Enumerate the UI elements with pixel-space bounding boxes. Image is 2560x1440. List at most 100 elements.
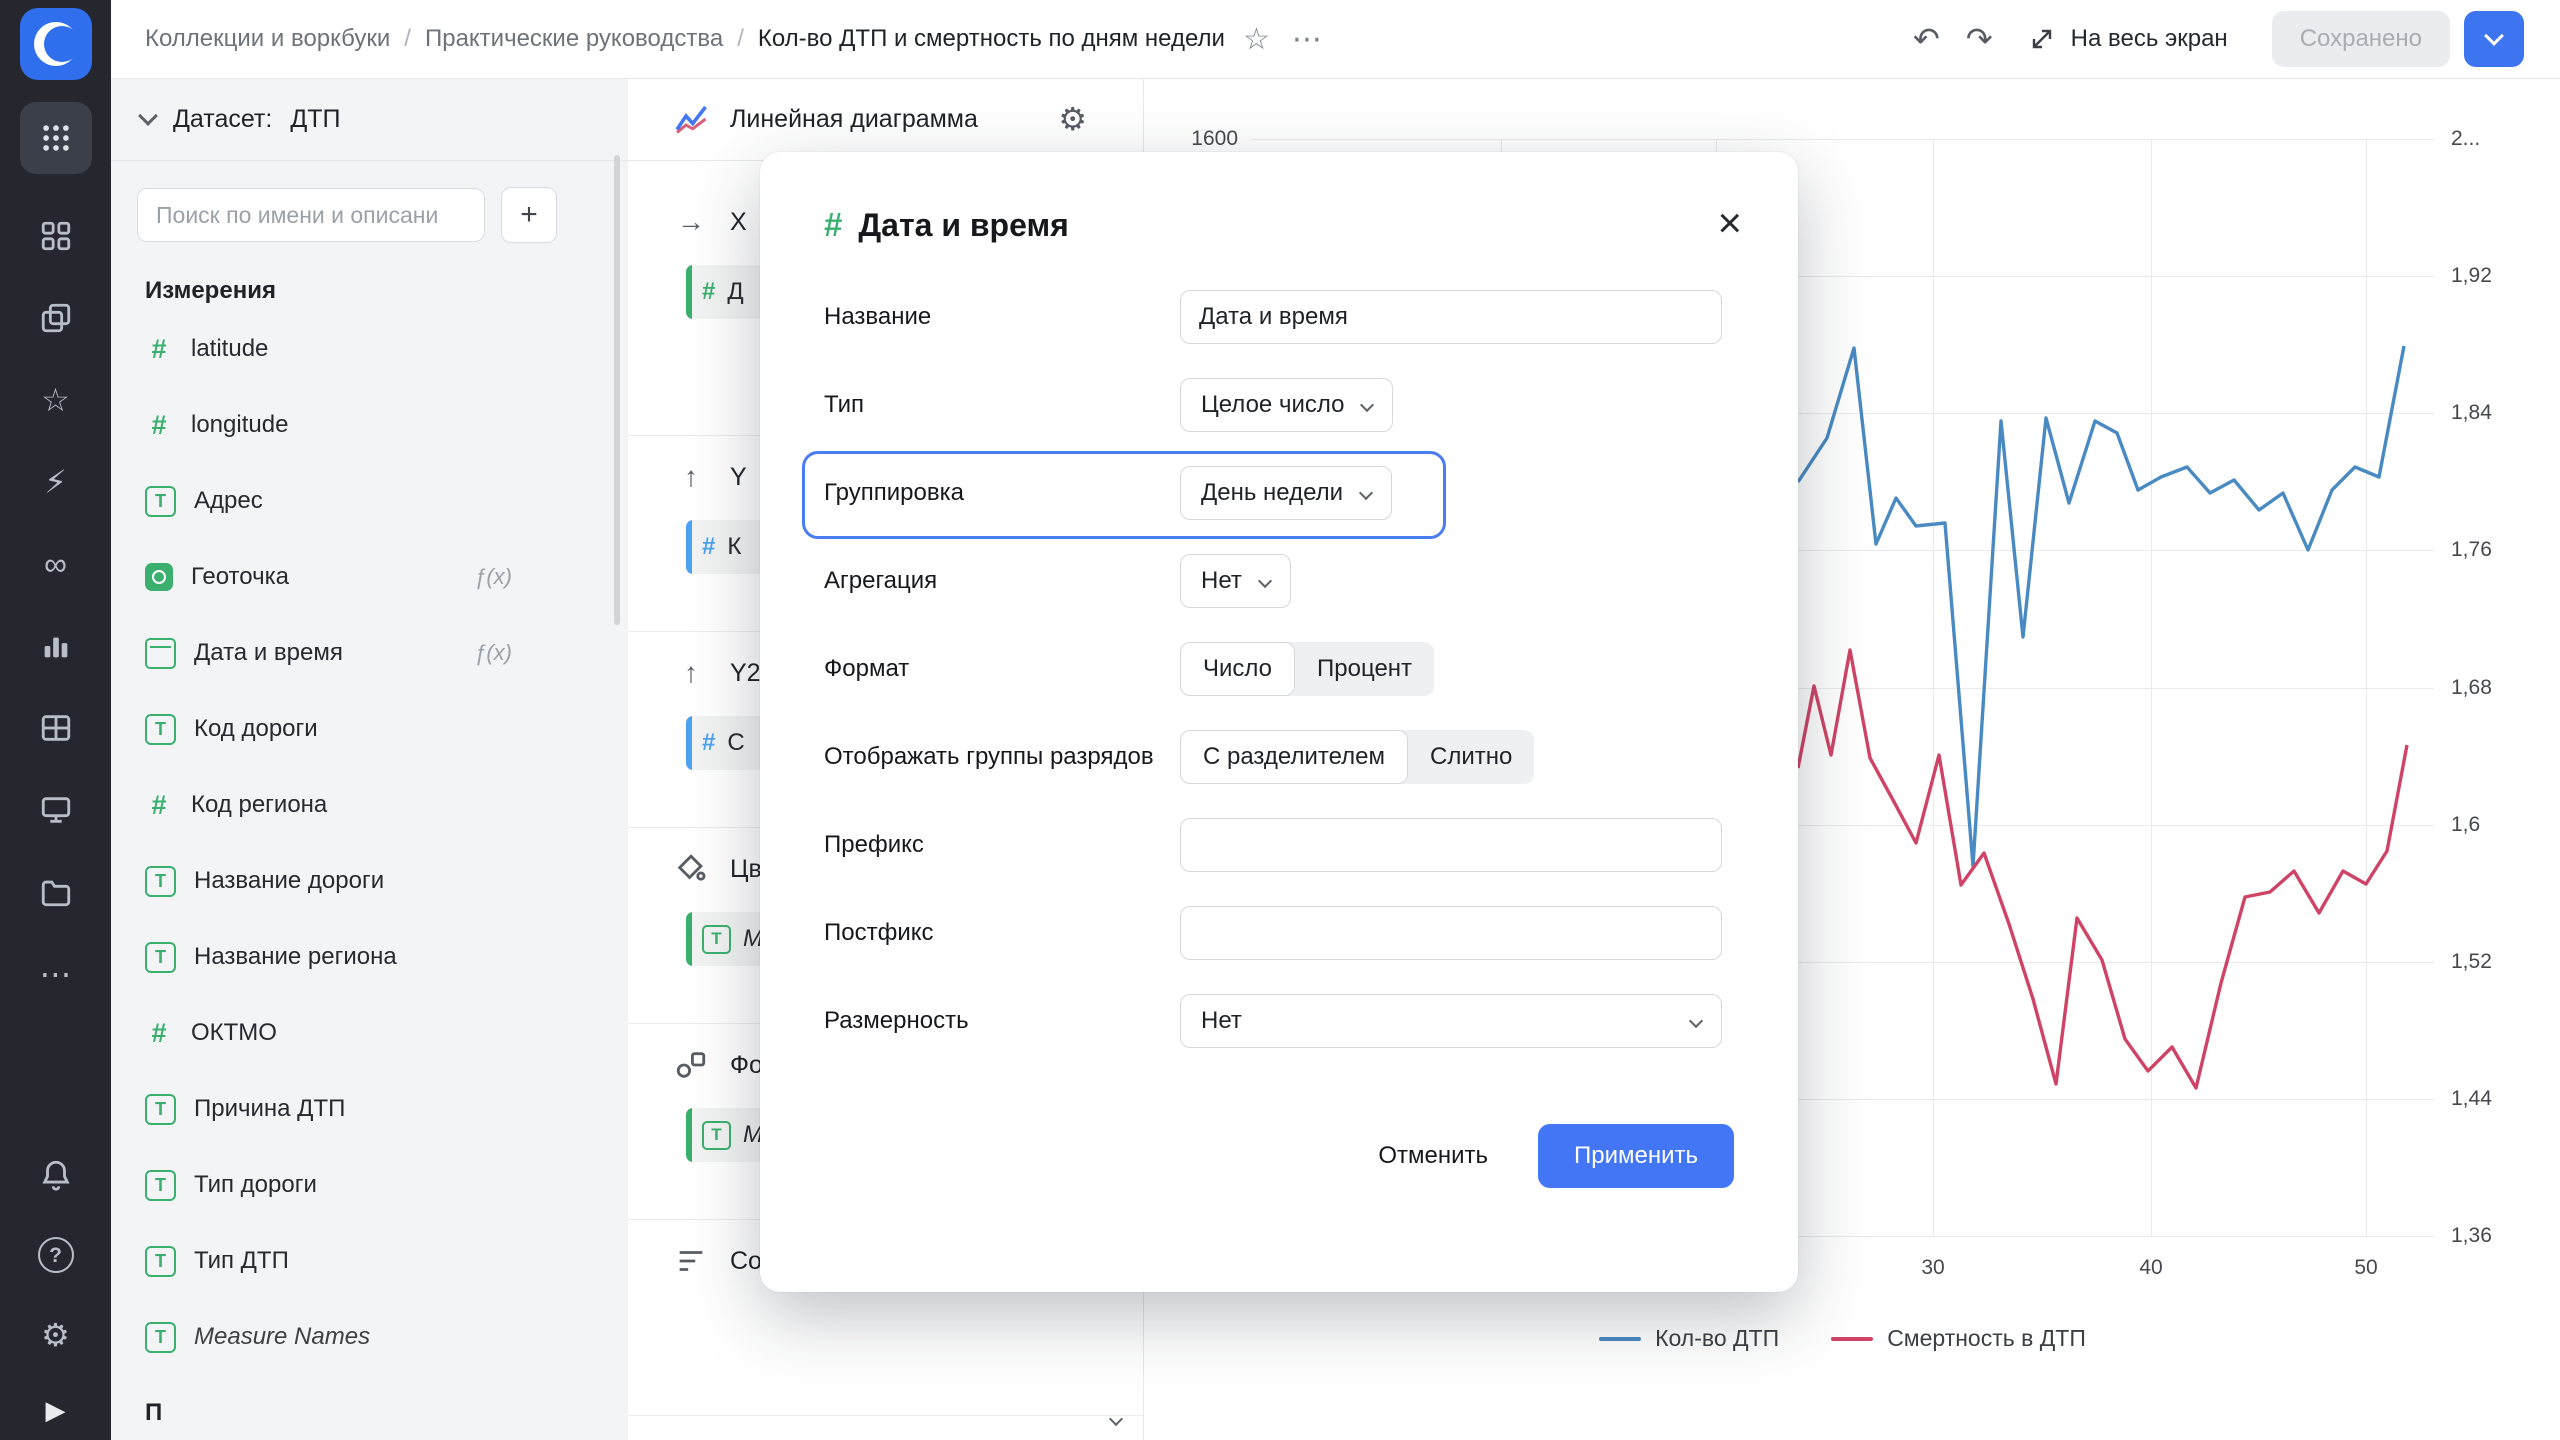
name-input[interactable] [1180, 290, 1722, 344]
chart-line[interactable] [1798, 650, 2407, 1088]
monitor-icon[interactable] [36, 790, 76, 830]
dataset-name[interactable]: ДТП [290, 105, 340, 134]
sort-icon [674, 1244, 708, 1278]
layers-icon[interactable] [36, 298, 76, 338]
type-select[interactable]: Целое число [1180, 378, 1393, 432]
breadcrumb-separator: / [737, 25, 744, 53]
chart-line[interactable] [1798, 346, 2404, 866]
digit-groups-option-separator[interactable]: С разделителем [1180, 730, 1408, 784]
chart-type-header[interactable]: Линейная диаграмма ⚙ [628, 78, 1143, 161]
chevron-down-icon [2484, 26, 2504, 46]
right-axis-tick-label: 1,76 [2451, 538, 2492, 562]
breadcrumb-guides[interactable]: Практические руководства [425, 25, 723, 53]
prefix-input[interactable] [1180, 818, 1722, 872]
breadcrumb: Коллекции и воркбуки / Практические руко… [145, 25, 1225, 53]
field-row[interactable]: TКод дороги [111, 691, 628, 767]
number-field-icon: # [145, 790, 173, 821]
field-row[interactable]: #Код региона [111, 767, 628, 843]
field-row[interactable]: TТип дороги [111, 1147, 628, 1223]
grouping-row-highlighted: Группировка День недели [824, 466, 1734, 520]
lightning-icon[interactable]: ⚡ [36, 462, 76, 502]
chevron-down-icon [1359, 486, 1373, 500]
datalens-logo-icon[interactable] [20, 8, 92, 80]
legend-item[interactable]: Кол-во ДТП [1599, 1325, 1779, 1352]
field-row[interactable]: TПричина ДТП [111, 1071, 628, 1147]
field-chip-icon: # [702, 729, 715, 757]
field-row[interactable]: TMeasure Names [111, 1299, 628, 1375]
table-icon[interactable] [36, 708, 76, 748]
field-row[interactable]: TТип ДТП [111, 1223, 628, 1299]
folder-icon[interactable] [36, 872, 76, 912]
number-field-icon: # [145, 334, 173, 365]
field-label: Measure Names [194, 1323, 370, 1351]
star-icon[interactable]: ☆ [36, 380, 76, 420]
field-chip-label: Д [727, 278, 743, 306]
digit-groups-option-merged[interactable]: Слитно [1408, 730, 1534, 784]
question-icon[interactable]: ? [36, 1235, 76, 1275]
close-icon[interactable]: × [1717, 202, 1742, 244]
favorite-star-icon[interactable]: ☆ [1243, 22, 1270, 57]
fullscreen-control[interactable]: На весь экран [2027, 24, 2228, 54]
format-option-percent[interactable]: Процент [1295, 642, 1434, 696]
field-row[interactable]: TАдрес [111, 463, 628, 539]
page-title: Кол-во ДТП и смертность по дням недели [758, 25, 1225, 53]
field-row[interactable]: Дата и времяƒ(x) [111, 615, 628, 691]
right-axis-tick-label: 1,52 [2451, 950, 2492, 974]
field-row[interactable]: #latitude [111, 311, 628, 387]
apps-grid-icon[interactable] [20, 102, 92, 174]
undo-icon[interactable]: ↶ [1913, 20, 1940, 58]
bar-chart-icon[interactable] [36, 626, 76, 666]
breadcrumb-collections[interactable]: Коллекции и воркбуки [145, 25, 390, 53]
field-row[interactable]: #longitude [111, 387, 628, 463]
search-input[interactable] [137, 188, 485, 242]
format-option-number[interactable]: Число [1180, 642, 1295, 696]
config-section-label: Y2 [730, 659, 761, 688]
field-label: Тип дороги [194, 1171, 317, 1199]
save-dropdown-button[interactable] [2464, 11, 2524, 67]
top-bar: Коллекции и воркбуки / Практические руко… [111, 0, 2560, 79]
chart-type-label: Линейная диаграмма [730, 105, 978, 134]
scrollbar-thumb[interactable] [614, 155, 620, 625]
field-row[interactable]: TНазвание дороги [111, 843, 628, 919]
field-row[interactable]: TНазвание региона [111, 919, 628, 995]
dimension-select[interactable]: Нет [1180, 994, 1722, 1048]
aggregation-select[interactable]: Нет [1180, 554, 1291, 608]
field-chip-label: С [727, 729, 744, 757]
legend-swatch [1599, 1337, 1641, 1341]
right-axis-tick-label: 1,68 [2451, 676, 2492, 700]
field-row[interactable]: #ОКТМО [111, 995, 628, 1071]
config-section-label: Цв [730, 855, 762, 884]
config-section-label: X [730, 208, 747, 237]
paint-bucket-icon [674, 852, 708, 886]
postfix-input[interactable] [1180, 906, 1722, 960]
bell-icon[interactable] [36, 1155, 76, 1195]
apply-button[interactable]: Применить [1538, 1124, 1734, 1188]
saved-button[interactable]: Сохранено [2272, 11, 2450, 67]
dimension-label: Размерность [824, 1005, 1180, 1037]
text-field-icon: T [145, 866, 176, 897]
ellipsis-icon[interactable]: ⋯ [36, 954, 76, 994]
field-settings-dialog: # Дата и время × Название Тип Целое числ… [760, 152, 1798, 1292]
formula-icon: ƒ(x) [474, 640, 512, 666]
right-axis-tick-label: 1,44 [2451, 1087, 2492, 1111]
aggregation-value: Нет [1201, 567, 1242, 595]
field-row[interactable]: Геоточкаƒ(x) [111, 539, 628, 615]
y-axis-icon: ↑ [674, 657, 708, 689]
squares-icon[interactable] [36, 216, 76, 256]
gear-icon[interactable]: ⚙ [36, 1315, 76, 1355]
field-label: longitude [191, 411, 288, 439]
legend-item[interactable]: Смертность в ДТП [1831, 1325, 2086, 1352]
number-field-icon: # [145, 1018, 173, 1049]
type-label: Тип [824, 389, 1180, 421]
grouping-select[interactable]: День недели [1180, 466, 1392, 520]
chart-legend: Кол-во ДТП Смертность в ДТП [1251, 1325, 2434, 1352]
dataset-header[interactable]: Датасет: ДТП [111, 78, 628, 161]
circles-icon[interactable]: ∞ [36, 544, 76, 584]
field-chip-icon: T [702, 925, 731, 954]
redo-icon[interactable]: ↷ [1966, 20, 1993, 58]
cancel-button[interactable]: Отменить [1372, 1141, 1494, 1171]
add-field-button[interactable]: + [501, 187, 557, 243]
chart-settings-gear-icon[interactable]: ⚙ [1058, 100, 1087, 138]
more-actions-icon[interactable]: ⋯ [1292, 22, 1324, 57]
play-icon[interactable]: ▶ [46, 1395, 66, 1426]
